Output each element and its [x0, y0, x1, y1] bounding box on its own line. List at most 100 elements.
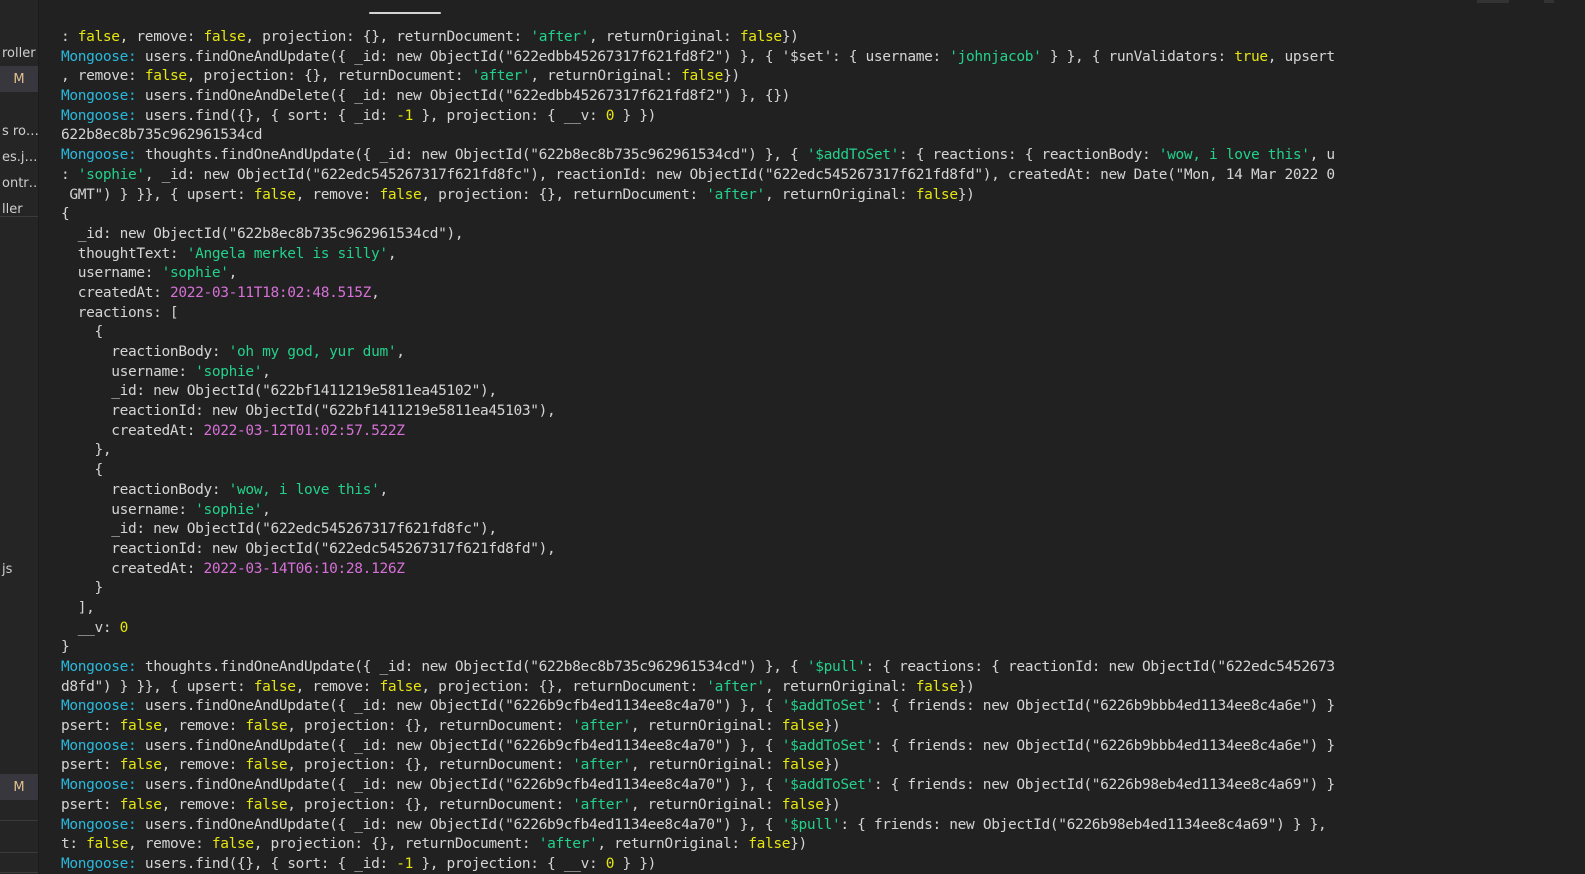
terminal-line: }: [39, 579, 1585, 599]
explorer-item-label: es.j…: [2, 149, 38, 165]
sidebar-divider: [0, 216, 38, 217]
explorer-item[interactable]: ontr…: [0, 170, 38, 196]
terminal-token: ,: [262, 501, 271, 518]
terminal-token: 0: [605, 855, 615, 872]
terminal-token: 'after': [706, 678, 765, 695]
terminal-token: }): [790, 836, 807, 853]
terminal-token: 2022-03-14T06:10:28.126Z: [203, 560, 405, 577]
explorer-item[interactable]: es.j…: [0, 144, 38, 170]
terminal-token: , returnOriginal:: [630, 718, 782, 735]
terminal-line: psert: false, remove: false, projection:…: [39, 796, 1585, 816]
explorer-item[interactable]: roller: [0, 40, 38, 66]
terminal-line: username: 'sophie',: [39, 363, 1585, 383]
terminal-token: : { reactions: { reactionId: new ObjectI…: [865, 659, 1335, 675]
terminal-token: _id: new ObjectId("622bf1411219e5811ea45…: [61, 383, 497, 400]
terminal-token: users.findOneAndUpdate({ _id: new Object…: [144, 816, 782, 833]
terminal-token: GMT") } }}, { upsert:: [61, 186, 254, 203]
terminal-token: } }, { runValidators:: [1041, 48, 1235, 65]
terminal-token: : { friends: new ObjectId("6226b98eb4ed1…: [873, 777, 1335, 794]
terminal-token: true: [1234, 48, 1268, 65]
terminal-token: ,: [379, 481, 388, 498]
terminal-token: false: [915, 186, 958, 203]
terminal-line: ],: [39, 599, 1585, 619]
terminal-token: 'sophie': [195, 501, 263, 518]
terminal-token: 'after': [706, 186, 765, 203]
terminal-token: false: [915, 678, 958, 695]
terminal-token: }: [61, 580, 104, 597]
explorer-item[interactable]: M: [0, 774, 38, 800]
terminal-token: false: [781, 796, 824, 813]
terminal-line: Mongoose: users.findOneAndDelete({ _id: …: [39, 87, 1585, 107]
terminal-scrollbar[interactable]: [1575, 0, 1585, 874]
terminal-token: , returnOriginal:: [764, 678, 916, 695]
terminal-token: false: [77, 29, 120, 45]
terminal-line: 622b8ec8b735c962961534cd: [39, 126, 1585, 146]
terminal-token: }): [957, 678, 975, 695]
terminal-token: 'sophie': [195, 363, 263, 380]
terminal-token: false: [681, 68, 724, 85]
terminal-token: }): [823, 796, 841, 813]
terminal-token: , remove:: [295, 186, 380, 203]
terminal-token: 2022-03-11T18:02:48.515Z: [169, 284, 372, 301]
explorer-item-label: ller: [2, 201, 23, 217]
terminal-line: Mongoose: users.find({}, { sort: { _id: …: [39, 107, 1585, 127]
terminal-line: {: [39, 323, 1585, 343]
terminal-token: , remove:: [295, 678, 380, 695]
terminal-panel[interactable]: : false, remove: false, projection: {}, …: [39, 0, 1585, 874]
terminal-token: '$pull': [806, 659, 866, 675]
terminal-line: username: 'sophie',: [39, 264, 1585, 284]
terminal-token: ,: [396, 344, 405, 360]
terminal-token: 'oh my god, yur dum': [228, 344, 397, 360]
terminal-line: {: [39, 461, 1585, 481]
terminal-token: Mongoose:: [61, 659, 145, 675]
terminal-token: false: [379, 678, 422, 695]
terminal-token: Mongoose:: [61, 816, 145, 833]
terminal-token: '$addToSet': [781, 777, 875, 794]
terminal-line: t: false, remove: false, projection: {},…: [39, 835, 1585, 855]
panel-resize-handle[interactable]: [369, 12, 441, 14]
terminal-token: ,: [371, 284, 380, 301]
terminal-token: Mongoose:: [61, 88, 145, 105]
terminal-token: , projection: {}, returnDocument:: [421, 678, 707, 695]
terminal-token: 'johnjacob': [949, 48, 1042, 65]
explorer-item[interactable]: js: [0, 556, 38, 582]
terminal-line: _id: new ObjectId("622bf1411219e5811ea45…: [39, 382, 1585, 402]
explorer-sidebar[interactable]: roller Ms ro… es.j… ontr… ller js M: [0, 0, 39, 874]
explorer-item[interactable]: s ro…: [0, 118, 38, 144]
terminal-line: reactionBody: 'wow, i love this',: [39, 481, 1585, 501]
terminal-line: {: [39, 205, 1585, 225]
terminal-token: ,: [387, 245, 397, 262]
sidebar-divider: [0, 852, 38, 853]
terminal-output[interactable]: : false, remove: false, projection: {}, …: [39, 28, 1585, 874]
terminal-line: Mongoose: users.findOneAndUpdate({ _id: …: [39, 776, 1585, 796]
terminal-token: , projection: {}, returnDocument:: [287, 718, 573, 735]
terminal-token: users.findOneAndDelete({ _id: new Object…: [144, 88, 791, 105]
terminal-token: , projection: {}, returnDocument:: [287, 757, 573, 774]
terminal-token: }: [61, 639, 70, 656]
terminal-token: Mongoose:: [61, 107, 145, 124]
terminal-token: , returnOriginal:: [588, 29, 740, 45]
terminal-line: reactionBody: 'oh my god, yur dum',: [39, 343, 1585, 363]
terminal-token: , upsert: [1267, 48, 1335, 65]
terminal-token: ],: [61, 599, 95, 616]
explorer-item[interactable]: ller: [0, 196, 38, 222]
terminal-token: false: [245, 757, 288, 774]
sidebar-divider: [0, 872, 38, 873]
terminal-line: _id: new ObjectId("622b8ec8b735c96296153…: [39, 225, 1585, 245]
terminal-token: thoughtText:: [61, 245, 187, 262]
terminal-token: 'sophie': [77, 166, 145, 183]
terminal-token: }): [723, 68, 740, 85]
terminal-token: , projection: {}, returnDocument:: [245, 29, 531, 45]
terminal-line: __v: 0: [39, 619, 1585, 639]
terminal-token: : { friends: new ObjectId("6226b9bbb4ed1…: [873, 737, 1335, 754]
explorer-item[interactable]: M: [0, 66, 38, 92]
terminal-token: {: [61, 462, 104, 479]
terminal-token: 'wow, i love this': [1158, 147, 1310, 164]
terminal-token: false: [119, 796, 162, 813]
terminal-line: createdAt: 2022-03-14T06:10:28.126Z: [39, 560, 1585, 580]
terminal-token: , returnOriginal:: [630, 757, 782, 774]
terminal-token: , projection: {}, returnDocument:: [287, 796, 573, 813]
explorer-item-label: ontr…: [2, 175, 38, 191]
toolbar-ghost-mid: [1544, 0, 1554, 3]
terminal-token: false: [203, 29, 246, 45]
